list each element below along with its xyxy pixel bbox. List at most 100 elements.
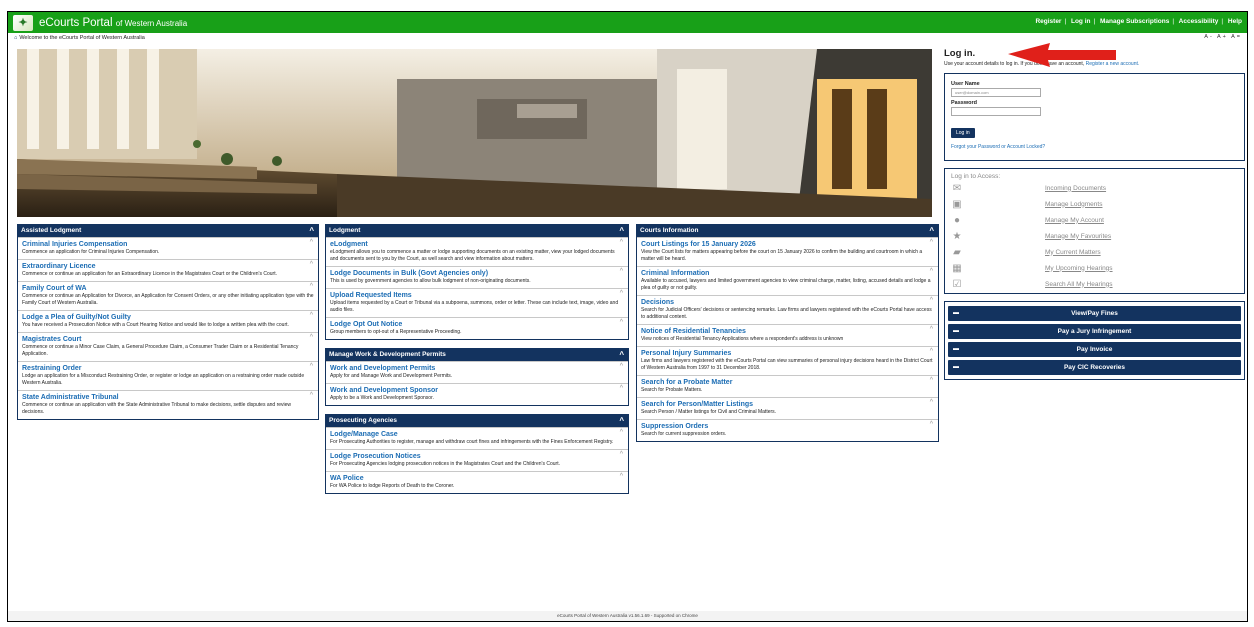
item-title[interactable]: Decisions	[641, 298, 934, 307]
item-title[interactable]: Restraining Order	[22, 364, 314, 373]
collapse-icon[interactable]: ^	[619, 349, 624, 361]
item-title[interactable]: Lodge Documents in Bulk (Govt Agencies o…	[330, 269, 624, 278]
incoming-documents-link[interactable]: Incoming Documents	[1045, 185, 1106, 192]
login-button[interactable]: Log in	[951, 128, 975, 138]
chevron-up-icon[interactable]: ^	[620, 451, 623, 458]
list-item[interactable]: Upload Requested Items Upload items reque…	[326, 288, 628, 317]
item-title[interactable]: Family Court of WA	[22, 284, 314, 293]
password-input[interactable]	[951, 107, 1041, 116]
list-item[interactable]: Work and Development Permits Apply for an…	[326, 361, 628, 383]
list-item[interactable]: eLodgment eLodgment allows you to commenc…	[326, 237, 628, 266]
list-item[interactable]: Criminal Injuries Compensation Commence a…	[18, 237, 318, 259]
item-title[interactable]: Lodge Prosecution Notices	[330, 452, 624, 461]
list-item[interactable]: WA Police For WA Police to lodge Reports …	[326, 471, 628, 493]
panel-header[interactable]: Lodgment ^	[326, 225, 628, 237]
chevron-up-icon[interactable]: ^	[930, 421, 933, 428]
list-item[interactable]: Personal Injury Summaries Law firms and l…	[637, 346, 938, 375]
item-title[interactable]: Lodge Opt Out Notice	[330, 320, 624, 329]
register-link[interactable]: Register	[1035, 18, 1061, 25]
wa-crest-logo[interactable]: ✦	[13, 14, 33, 31]
home-icon[interactable]: ⌂	[14, 35, 17, 41]
collapse-icon[interactable]: ^	[309, 225, 314, 237]
search-all-my-hearings-link[interactable]: Search All My Hearings	[1045, 281, 1113, 288]
item-title[interactable]: Extraordinary Licence	[22, 262, 314, 271]
chevron-up-icon[interactable]: ^	[620, 429, 623, 436]
manage-my-account-link[interactable]: Manage My Account	[1045, 217, 1104, 224]
item-title[interactable]: Suppression Orders	[641, 422, 934, 431]
item-title[interactable]: Upload Requested Items	[330, 291, 624, 300]
list-item[interactable]: State Administrative Tribunal Commence or…	[18, 390, 318, 419]
list-item[interactable]: Search for Person/Matter Listings Search …	[637, 397, 938, 419]
list-item[interactable]: Decisions Search for Judicial Officers' d…	[637, 295, 938, 324]
chevron-up-icon[interactable]: ^	[930, 268, 933, 275]
list-item[interactable]: Notice of Residential Tenancies View noti…	[637, 324, 938, 346]
list-item[interactable]: Search for a Probate Matter Search for Pr…	[637, 375, 938, 397]
site-brand[interactable]: eCourts Portal of Western Australia	[39, 17, 187, 29]
item-title[interactable]: Magistrates Court	[22, 335, 314, 344]
login-link[interactable]: Log in	[1071, 18, 1091, 25]
item-title[interactable]: State Administrative Tribunal	[22, 393, 314, 402]
chevron-up-icon[interactable]: ^	[930, 399, 933, 406]
item-title[interactable]: Search for Person/Matter Listings	[641, 400, 934, 409]
font-size-controls[interactable]: A- A+ A=	[1204, 34, 1242, 40]
manage-lodgments-link[interactable]: Manage Lodgments	[1045, 201, 1102, 208]
collapse-icon[interactable]: ^	[619, 415, 624, 427]
my-upcoming-hearings-link[interactable]: My Upcoming Hearings	[1045, 265, 1113, 272]
list-item[interactable]: Lodge Prosecution Notices For Prosecuting…	[326, 449, 628, 471]
list-item[interactable]: Criminal Information Available to accused…	[637, 266, 938, 295]
item-title[interactable]: WA Police	[330, 474, 624, 483]
accessibility-link[interactable]: Accessibility	[1179, 18, 1219, 25]
panel-header[interactable]: Assisted Lodgment ^	[18, 225, 318, 237]
list-item[interactable]: Lodge Opt Out Notice Group members to opt…	[326, 317, 628, 339]
item-title[interactable]: Court Listings for 15 January 2026	[641, 240, 934, 249]
pay-invoice-button[interactable]: ▬ Pay Invoice	[948, 342, 1241, 357]
list-item[interactable]: Court Listings for 15 January 2026 View t…	[637, 237, 938, 266]
forgot-password-link[interactable]: Forgot your Password or Account Locked?	[951, 144, 1238, 150]
item-title[interactable]: eLodgment	[330, 240, 624, 249]
chevron-up-icon[interactable]: ^	[310, 392, 313, 399]
username-input[interactable]: user@domain.com	[951, 88, 1041, 97]
chevron-up-icon[interactable]: ^	[930, 326, 933, 333]
chevron-up-icon[interactable]: ^	[310, 283, 313, 290]
chevron-up-icon[interactable]: ^	[310, 239, 313, 246]
item-title[interactable]: Personal Injury Summaries	[641, 349, 934, 358]
pay-cic-recoveries-button[interactable]: ▬ Pay CIC Recoveries	[948, 360, 1241, 375]
collapse-icon[interactable]: ^	[619, 225, 624, 237]
list-item[interactable]: Lodge/Manage Case For Prosecuting Authori…	[326, 427, 628, 449]
chevron-up-icon[interactable]: ^	[930, 348, 933, 355]
chevron-up-icon[interactable]: ^	[620, 385, 623, 392]
list-item[interactable]: Lodge a Plea of Guilty/Not Guilty You hav…	[18, 310, 318, 332]
chevron-up-icon[interactable]: ^	[620, 473, 623, 480]
panel-header[interactable]: Courts Information ^	[637, 225, 938, 237]
item-title[interactable]: Criminal Information	[641, 269, 934, 278]
list-item[interactable]: Suppression Orders Search for current sup…	[637, 419, 938, 441]
chevron-up-icon[interactable]: ^	[310, 363, 313, 370]
list-item[interactable]: Restraining Order Lodge an application fo…	[18, 361, 318, 390]
my-current-matters-link[interactable]: My Current Matters	[1045, 249, 1101, 256]
item-title[interactable]: Work and Development Permits	[330, 364, 624, 373]
list-item[interactable]: Magistrates Court Commence or continue a …	[18, 332, 318, 361]
item-title[interactable]: Work and Development Sponsor	[330, 386, 624, 395]
chevron-up-icon[interactable]: ^	[930, 297, 933, 304]
list-item[interactable]: Extraordinary Licence Commence or continu…	[18, 259, 318, 281]
item-title[interactable]: Lodge/Manage Case	[330, 430, 624, 439]
collapse-icon[interactable]: ^	[929, 225, 934, 237]
help-link[interactable]: Help	[1228, 18, 1242, 25]
chevron-up-icon[interactable]: ^	[310, 312, 313, 319]
chevron-up-icon[interactable]: ^	[620, 319, 623, 326]
panel-header[interactable]: Manage Work & Development Permits ^	[326, 349, 628, 361]
view-pay-fines-button[interactable]: ▬ View/Pay Fines	[948, 306, 1241, 321]
list-item[interactable]: Family Court of WA Commence or continue a…	[18, 281, 318, 310]
list-item[interactable]: Lodge Documents in Bulk (Govt Agencies o…	[326, 266, 628, 288]
item-title[interactable]: Lodge a Plea of Guilty/Not Guilty	[22, 313, 314, 322]
chevron-up-icon[interactable]: ^	[930, 239, 933, 246]
chevron-up-icon[interactable]: ^	[620, 239, 623, 246]
list-item[interactable]: Work and Development Sponsor Apply to be …	[326, 383, 628, 405]
chevron-up-icon[interactable]: ^	[930, 377, 933, 384]
chevron-up-icon[interactable]: ^	[620, 268, 623, 275]
chevron-up-icon[interactable]: ^	[620, 290, 623, 297]
chevron-up-icon[interactable]: ^	[310, 261, 313, 268]
pay-jury-infringement-button[interactable]: ▬ Pay a Jury Infringement	[948, 324, 1241, 339]
item-title[interactable]: Search for a Probate Matter	[641, 378, 934, 387]
manage-subscriptions-link[interactable]: Manage Subscriptions	[1100, 18, 1169, 25]
